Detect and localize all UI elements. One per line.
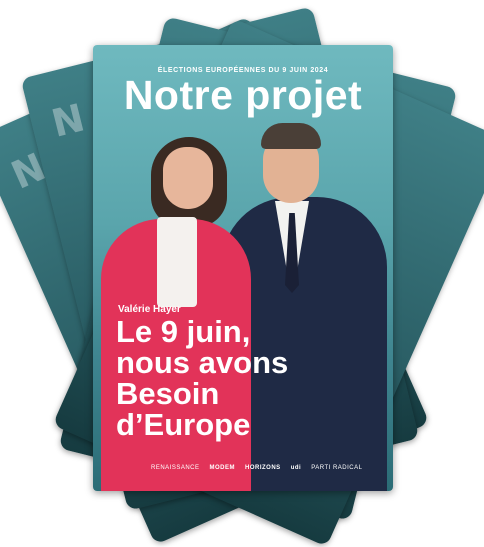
front-brochure: ÉLECTIONS EUROPÉENNES DU 9 JUIN 2024 Not… (93, 45, 393, 491)
slogan: Le 9 juin, nous avons Besoin d’Europe (116, 316, 288, 440)
woman-face (163, 147, 213, 209)
slogan-line: nous avons (116, 345, 289, 380)
udi-logo: udi (290, 465, 302, 471)
man-hair (261, 123, 321, 149)
parti-radical-logo: PARTI RADICAL (311, 465, 363, 471)
poster-title: Notre projet (123, 72, 363, 118)
slogan-line: d’Europe (116, 407, 251, 442)
party-logos: RENAISSANCE MODEM HORIZONS udi PARTI RAD… (93, 461, 393, 475)
brochure-stack: N N ÉLECTIONS EUROPÉENNES DU 9 JUIN 2024… (0, 0, 484, 547)
renaissance-logo: RENAISSANCE (151, 465, 200, 471)
woman-shirt (157, 217, 197, 307)
slogan-line: Le 9 juin, (116, 314, 251, 349)
slogan-line: Besoin (116, 376, 220, 411)
horizons-logo: HORIZONS (245, 465, 281, 471)
back-brochure-partial-title: N (47, 95, 90, 146)
modem-logo: MODEM (209, 465, 236, 471)
